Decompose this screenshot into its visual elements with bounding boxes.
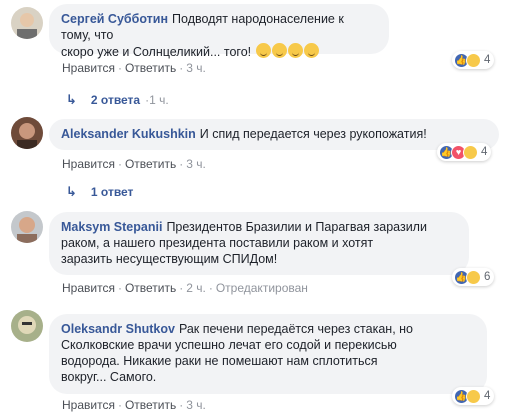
comment-bubble: Oleksandr Shutkov Рак печени передаётся ч…	[49, 314, 487, 394]
view-replies[interactable]: ↳ 1 ответ	[66, 184, 133, 200]
grinning-face-icon	[271, 43, 287, 58]
haha-reaction-icon	[466, 388, 481, 404]
timestamp[interactable]: 3 ч.	[186, 61, 206, 75]
reaction-summary[interactable]: 👍 6	[452, 268, 495, 286]
comment-actions: Нравится · Ответить · 3 ч.	[62, 157, 206, 171]
comment-author[interactable]: Maksym Stepanii	[61, 220, 162, 234]
reply-link[interactable]: Ответить	[125, 398, 176, 412]
comment-actions: Нравится · Ответить · 3 ч.	[62, 61, 206, 75]
like-link[interactable]: Нравится	[62, 281, 115, 295]
avatar[interactable]	[11, 310, 43, 342]
reply-arrow-icon: ↳	[66, 92, 77, 107]
comment-text: вокруг... Самого.	[61, 370, 157, 384]
comment-bubble: Сергей Субботин Подводят народонаселение …	[49, 4, 389, 59]
like-link[interactable]: Нравится	[62, 157, 115, 171]
reply-link[interactable]: Ответить	[125, 61, 176, 75]
comment-actions: Нравится · Ответить · 3 ч.	[62, 398, 206, 412]
comment-text: Президентов Бразилии и Парагвая заразили	[166, 220, 427, 234]
reply-link[interactable]: Ответить	[125, 281, 176, 295]
reaction-count: 4	[484, 390, 491, 402]
comment-text: заразить несуществующим СПИДом!	[61, 252, 278, 266]
timestamp[interactable]: 2 ч.	[186, 281, 206, 295]
edited-label[interactable]: Отредактирован	[216, 281, 308, 295]
reply-arrow-icon: ↳	[66, 184, 77, 199]
avatar[interactable]	[11, 7, 43, 39]
comment-text: раком, а нашего президента поставили рак…	[61, 236, 374, 250]
comment-bubble: Aleksander Kukushkin И спид передается че…	[49, 119, 499, 150]
reaction-count: 4	[484, 54, 491, 66]
replies-count[interactable]: 2 ответа	[91, 93, 140, 107]
reaction-count: 6	[484, 271, 491, 283]
avatar[interactable]	[11, 211, 43, 243]
comment-text: водорода. Никакие раки не помешают нам с…	[61, 354, 378, 368]
reaction-count: 4	[481, 146, 488, 158]
wow-reaction-icon	[466, 52, 481, 68]
astonished-face-icon	[303, 43, 319, 58]
comment-actions: Нравится · Ответить · 2 ч. · Отредактирован	[62, 281, 308, 295]
comment-text: И спид передается через рукопожатия!	[199, 127, 427, 141]
comment-author[interactable]: Aleksander Kukushkin	[61, 127, 196, 141]
reaction-summary[interactable]: 👍 4	[452, 51, 495, 69]
like-link[interactable]: Нравится	[62, 398, 115, 412]
thinking-face-icon	[255, 43, 271, 58]
comment-text: скоро уже и Солнцеликий... того!	[61, 45, 252, 59]
timestamp[interactable]: 3 ч.	[186, 157, 206, 171]
comment-author[interactable]: Сергей Субботин	[61, 12, 168, 26]
comment-text: Сколковские врачи успешно лечат его содо…	[61, 338, 397, 352]
like-link[interactable]: Нравится	[62, 61, 115, 75]
grimacing-face-icon	[287, 43, 303, 58]
comment-text: Рак печени передаётся через стакан, но	[178, 322, 413, 336]
haha-reaction-icon	[466, 269, 481, 285]
reply-link[interactable]: Ответить	[125, 157, 176, 171]
reaction-summary[interactable]: 👍 4	[452, 387, 495, 405]
comment-bubble: Maksym Stepanii Президентов Бразилии и Па…	[49, 212, 469, 275]
timestamp[interactable]: 3 ч.	[186, 398, 206, 412]
view-replies[interactable]: ↳ 2 ответа ·1 ч.	[66, 92, 169, 108]
replies-count[interactable]: 1 ответ	[91, 185, 134, 199]
haha-reaction-icon	[463, 144, 478, 160]
reaction-summary[interactable]: 👍 ♥ 4	[437, 143, 492, 161]
avatar[interactable]	[11, 117, 43, 149]
replies-time: 1 ч.	[149, 93, 169, 107]
comment-author[interactable]: Oleksandr Shutkov	[61, 322, 175, 336]
